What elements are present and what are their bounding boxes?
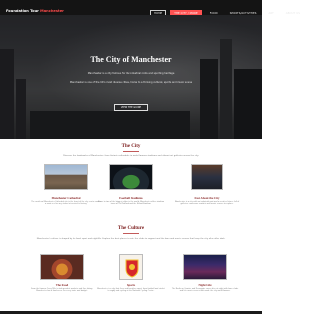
city-section-intro: Discover the landmarks of Manchester, fr…: [63, 155, 199, 157]
shield-icon: [125, 259, 139, 278]
sports-image[interactable]: [119, 254, 143, 280]
nightlife-image[interactable]: [183, 254, 227, 280]
card-text-food: From the famous Curry Mile to independen…: [31, 288, 93, 293]
nav-art[interactable]: ART: [265, 10, 278, 17]
card-text-night-life: The Northern Quarter and Deansgate come …: [171, 288, 239, 293]
hero-title: The City of Manchester: [90, 55, 172, 64]
brand-accent-text: Manchester: [40, 9, 64, 13]
cathedral-image[interactable]: [44, 164, 88, 190]
nav-about-us[interactable]: ABOUT US: [282, 10, 304, 17]
card-title-night-life: Night Life: [198, 283, 212, 287]
hero-banner: The City of Manchester Manchester is a c…: [0, 15, 262, 139]
card-text-cathedral: The medieval Manchester Cathedral sits i…: [31, 201, 101, 206]
card-title-cathedral: Manchester Cathedral: [51, 196, 81, 200]
card-title-sports: Sports: [126, 283, 136, 287]
city-title-underline: [123, 151, 139, 152]
brand-text: Foundation Tour: [6, 9, 39, 13]
card-title-city-facts: Fast About the City: [194, 196, 220, 200]
card-text-city-facts: Manchester is a city with an industrial …: [174, 201, 240, 206]
card-text-sports: Manchester is a city that lives and brea…: [97, 288, 165, 293]
hero-overlay: [0, 15, 262, 139]
card-text-stadiums: Home to two of the biggest clubs in the …: [97, 201, 165, 206]
city-section-title: The City: [121, 144, 141, 149]
brand-logo[interactable]: Foundation Tour Manchester: [6, 9, 64, 13]
view-guide-button[interactable]: VIEW THE GUIDE: [114, 104, 148, 111]
hero-line-2: Manchester is one of the UK's most diver…: [69, 81, 193, 84]
culture-title-underline: [123, 233, 139, 234]
city-art-image[interactable]: [191, 164, 223, 190]
card-title-food: The Food: [55, 283, 69, 287]
culture-section-title: The Culture: [117, 226, 145, 231]
food-image[interactable]: [40, 254, 84, 280]
card-title-stadiums: Football Stadiums: [119, 196, 143, 200]
stadium-image[interactable]: [109, 164, 153, 190]
culture-section-intro: Manchester's culture is shaped by its fo…: [36, 238, 226, 240]
hero-line-1: Manchester is a city famous for its indu…: [87, 72, 175, 75]
